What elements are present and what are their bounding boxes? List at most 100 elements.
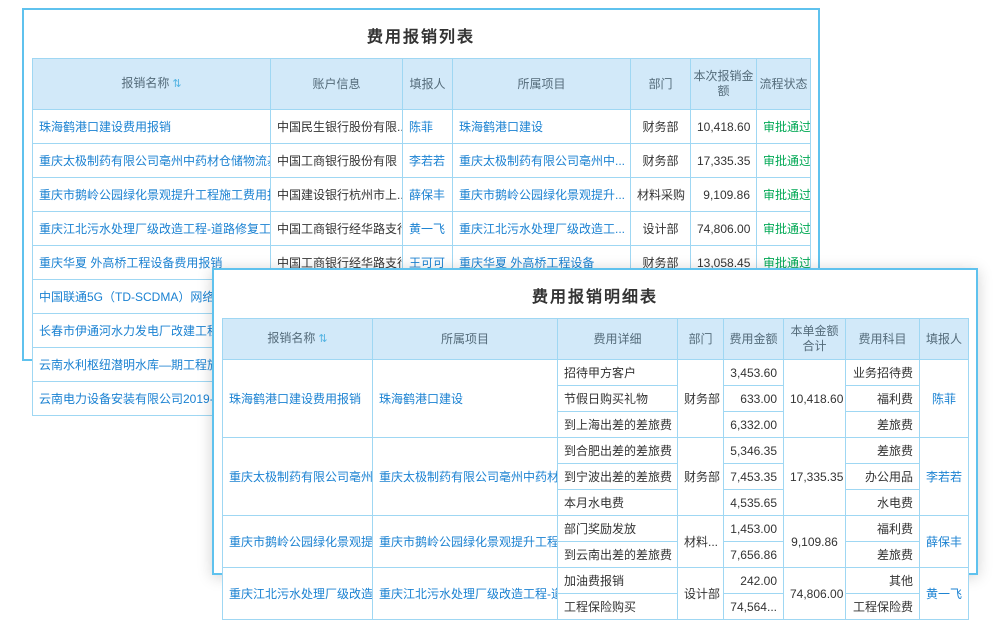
expense-amount-cell: 7,453.35 — [724, 464, 784, 490]
filler-link[interactable]: 薛保丰 — [409, 188, 445, 202]
account-cell: 中国建设银行杭州市上... — [271, 178, 403, 212]
status-link[interactable]: 审批通过 — [763, 188, 811, 202]
filler-link[interactable]: 陈菲 — [409, 120, 433, 134]
expense-category-cell: 其他 — [846, 568, 920, 594]
project-cell: 重庆太极制药有限公司亳州中... — [453, 144, 631, 178]
table-row: 重庆江北污水处理厂级改造工程- 重庆江北污水处理厂级改造工程-道路修复工 加油费… — [223, 568, 969, 594]
account-cell: 中国工商银行经华路支行 — [271, 212, 403, 246]
col-reimburse-name: 报销名称⇅ — [223, 319, 373, 360]
project-link[interactable]: 重庆市鹅岭公园绿化景观提升... — [459, 188, 625, 202]
reimburse-name-link[interactable]: 珠海鹤港口建设费用报销 — [229, 392, 361, 406]
name-cell: 重庆市鹅岭公园绿化景观提升工程施工费用报销 — [33, 178, 271, 212]
project-cell: 珠海鹤港口建设 — [453, 110, 631, 144]
total-amount-cell: 10,418.60 — [784, 360, 846, 438]
filler-cell: 黄一飞 — [403, 212, 453, 246]
table-row: 重庆太极制药有限公司亳州中药 重庆太极制药有限公司亳州中药材仓储物流 到合肥出差… — [223, 438, 969, 464]
expense-detail-cell: 加油费报销 — [558, 568, 678, 594]
reimburse-name-link[interactable]: 重庆江北污水处理厂级改造工程- — [229, 587, 373, 601]
col-dept: 部门 — [631, 59, 691, 110]
project-link[interactable]: 珠海鹤港口建设 — [459, 120, 543, 134]
project-link[interactable]: 重庆太极制药有限公司亳州中药材仓储物流 — [379, 470, 558, 484]
dept-cell: 设计部 — [631, 212, 691, 246]
expense-amount-cell: 242.00 — [724, 568, 784, 594]
expense-amount-cell: 74,564... — [724, 594, 784, 620]
expense-detail-cell: 到云南出差的差旅费 — [558, 542, 678, 568]
reimburse-name-link[interactable]: 重庆江北污水处理厂级改造工程-道路修复工程费用... — [39, 222, 271, 236]
project-link[interactable]: 重庆江北污水处理厂级改造工... — [459, 222, 625, 236]
total-amount-cell: 9,109.86 — [784, 516, 846, 568]
project-cell: 珠海鹤港口建设 — [373, 360, 558, 438]
name-cell: 珠海鹤港口建设费用报销 — [33, 110, 271, 144]
expense-category-cell: 差旅费 — [846, 412, 920, 438]
col-status: 流程状态 — [757, 59, 811, 110]
amount-cell: 74,806.00 — [691, 212, 757, 246]
col-project: 所属项目 — [453, 59, 631, 110]
col-expense-category: 费用科目 — [846, 319, 920, 360]
expense-amount-cell: 5,346.35 — [724, 438, 784, 464]
expense-detail-table: 报销名称⇅ 所属项目 费用详细 部门 费用金额 本单金额合计 费用科目 填报人 … — [222, 318, 969, 620]
reimburse-name-link[interactable]: 重庆市鹅岭公园绿化景观提升工程 — [229, 535, 373, 549]
expense-detail-cell: 节假日购买礼物 — [558, 386, 678, 412]
expense-category-cell: 差旅费 — [846, 438, 920, 464]
dept-cell: 设计部 — [678, 568, 724, 620]
name-cell: 珠海鹤港口建设费用报销 — [223, 360, 373, 438]
reimburse-name-link[interactable]: 重庆市鹅岭公园绿化景观提升工程施工费用报销 — [39, 188, 271, 202]
detail-header-row: 报销名称⇅ 所属项目 费用详细 部门 费用金额 本单金额合计 费用科目 填报人 — [223, 319, 969, 360]
expense-detail-cell: 本月水电费 — [558, 490, 678, 516]
table-row: 珠海鹤港口建设费用报销 珠海鹤港口建设 招待甲方客户 财务部 3,453.60 … — [223, 360, 969, 386]
filler-cell: 陈菲 — [403, 110, 453, 144]
expense-detail-panel: 费用报销明细表 报销名称⇅ 所属项目 费用详细 部门 费用金额 本单金额合计 费… — [212, 268, 978, 575]
list-panel-title: 费用报销列表 — [24, 10, 818, 58]
project-cell: 重庆市鹅岭公园绿化景观提升... — [453, 178, 631, 212]
reimburse-name-link[interactable]: 珠海鹤港口建设费用报销 — [39, 120, 171, 134]
col-filler: 填报人 — [920, 319, 969, 360]
expense-category-cell: 福利费 — [846, 386, 920, 412]
reimburse-name-link[interactable]: 重庆太极制药有限公司亳州中药材仓储物流基地项... — [39, 154, 271, 168]
project-link[interactable]: 重庆太极制药有限公司亳州中... — [459, 154, 625, 168]
sort-icon[interactable]: ⇅ — [172, 78, 181, 90]
filler-link[interactable]: 陈菲 — [932, 392, 956, 406]
filler-link[interactable]: 李若若 — [926, 470, 962, 484]
col-reimburse-name-label: 报销名称 — [267, 331, 315, 345]
filler-link[interactable]: 黄一飞 — [409, 222, 445, 236]
name-cell: 重庆江北污水处理厂级改造工程- — [223, 568, 373, 620]
sort-icon[interactable]: ⇅ — [318, 333, 327, 345]
filler-link[interactable]: 薛保丰 — [926, 535, 962, 549]
expense-category-cell: 业务招待费 — [846, 360, 920, 386]
expense-amount-cell: 3,453.60 — [724, 360, 784, 386]
project-cell: 重庆江北污水处理厂级改造工... — [453, 212, 631, 246]
status-cell: 审批通过 — [757, 178, 811, 212]
filler-link[interactable]: 黄一飞 — [926, 587, 962, 601]
project-link[interactable]: 重庆江北污水处理厂级改造工程-道路修复工 — [379, 587, 558, 601]
dept-cell: 材料... — [678, 516, 724, 568]
status-link[interactable]: 审批通过 — [763, 154, 811, 168]
col-dept: 部门 — [678, 319, 724, 360]
status-link[interactable]: 审批通过 — [763, 120, 811, 134]
col-reimburse-name: 报销名称⇅ — [33, 59, 271, 110]
project-cell: 重庆太极制药有限公司亳州中药材仓储物流 — [373, 438, 558, 516]
project-link[interactable]: 重庆市鹅岭公园绿化景观提升工程施工 — [379, 535, 558, 549]
reimburse-name-link[interactable]: 重庆太极制药有限公司亳州中药 — [229, 470, 373, 484]
status-link[interactable]: 审批通过 — [763, 222, 811, 236]
status-cell: 审批通过 — [757, 144, 811, 178]
expense-category-cell: 差旅费 — [846, 542, 920, 568]
col-filler: 填报人 — [403, 59, 453, 110]
amount-cell: 10,418.60 — [691, 110, 757, 144]
expense-amount-cell: 7,656.86 — [724, 542, 784, 568]
dept-cell: 财务部 — [678, 360, 724, 438]
account-cell: 中国民生银行股份有限... — [271, 110, 403, 144]
filler-link[interactable]: 李若若 — [409, 154, 445, 168]
expense-amount-cell: 4,535.65 — [724, 490, 784, 516]
col-amount: 本次报销金额 — [691, 59, 757, 110]
total-amount-cell: 17,335.35 — [784, 438, 846, 516]
account-cell: 中国工商银行股份有限 — [271, 144, 403, 178]
filler-cell: 陈菲 — [920, 360, 969, 438]
expense-detail-cell: 招待甲方客户 — [558, 360, 678, 386]
col-total-amount: 本单金额合计 — [784, 319, 846, 360]
dept-cell: 财务部 — [631, 144, 691, 178]
project-link[interactable]: 珠海鹤港口建设 — [379, 392, 463, 406]
name-cell: 重庆市鹅岭公园绿化景观提升工程 — [223, 516, 373, 568]
reimburse-name-link[interactable]: 重庆华夏 外高桥工程设备费用报销 — [39, 256, 222, 270]
col-reimburse-name-label: 报销名称 — [121, 76, 169, 90]
dept-cell: 材料采购 — [631, 178, 691, 212]
